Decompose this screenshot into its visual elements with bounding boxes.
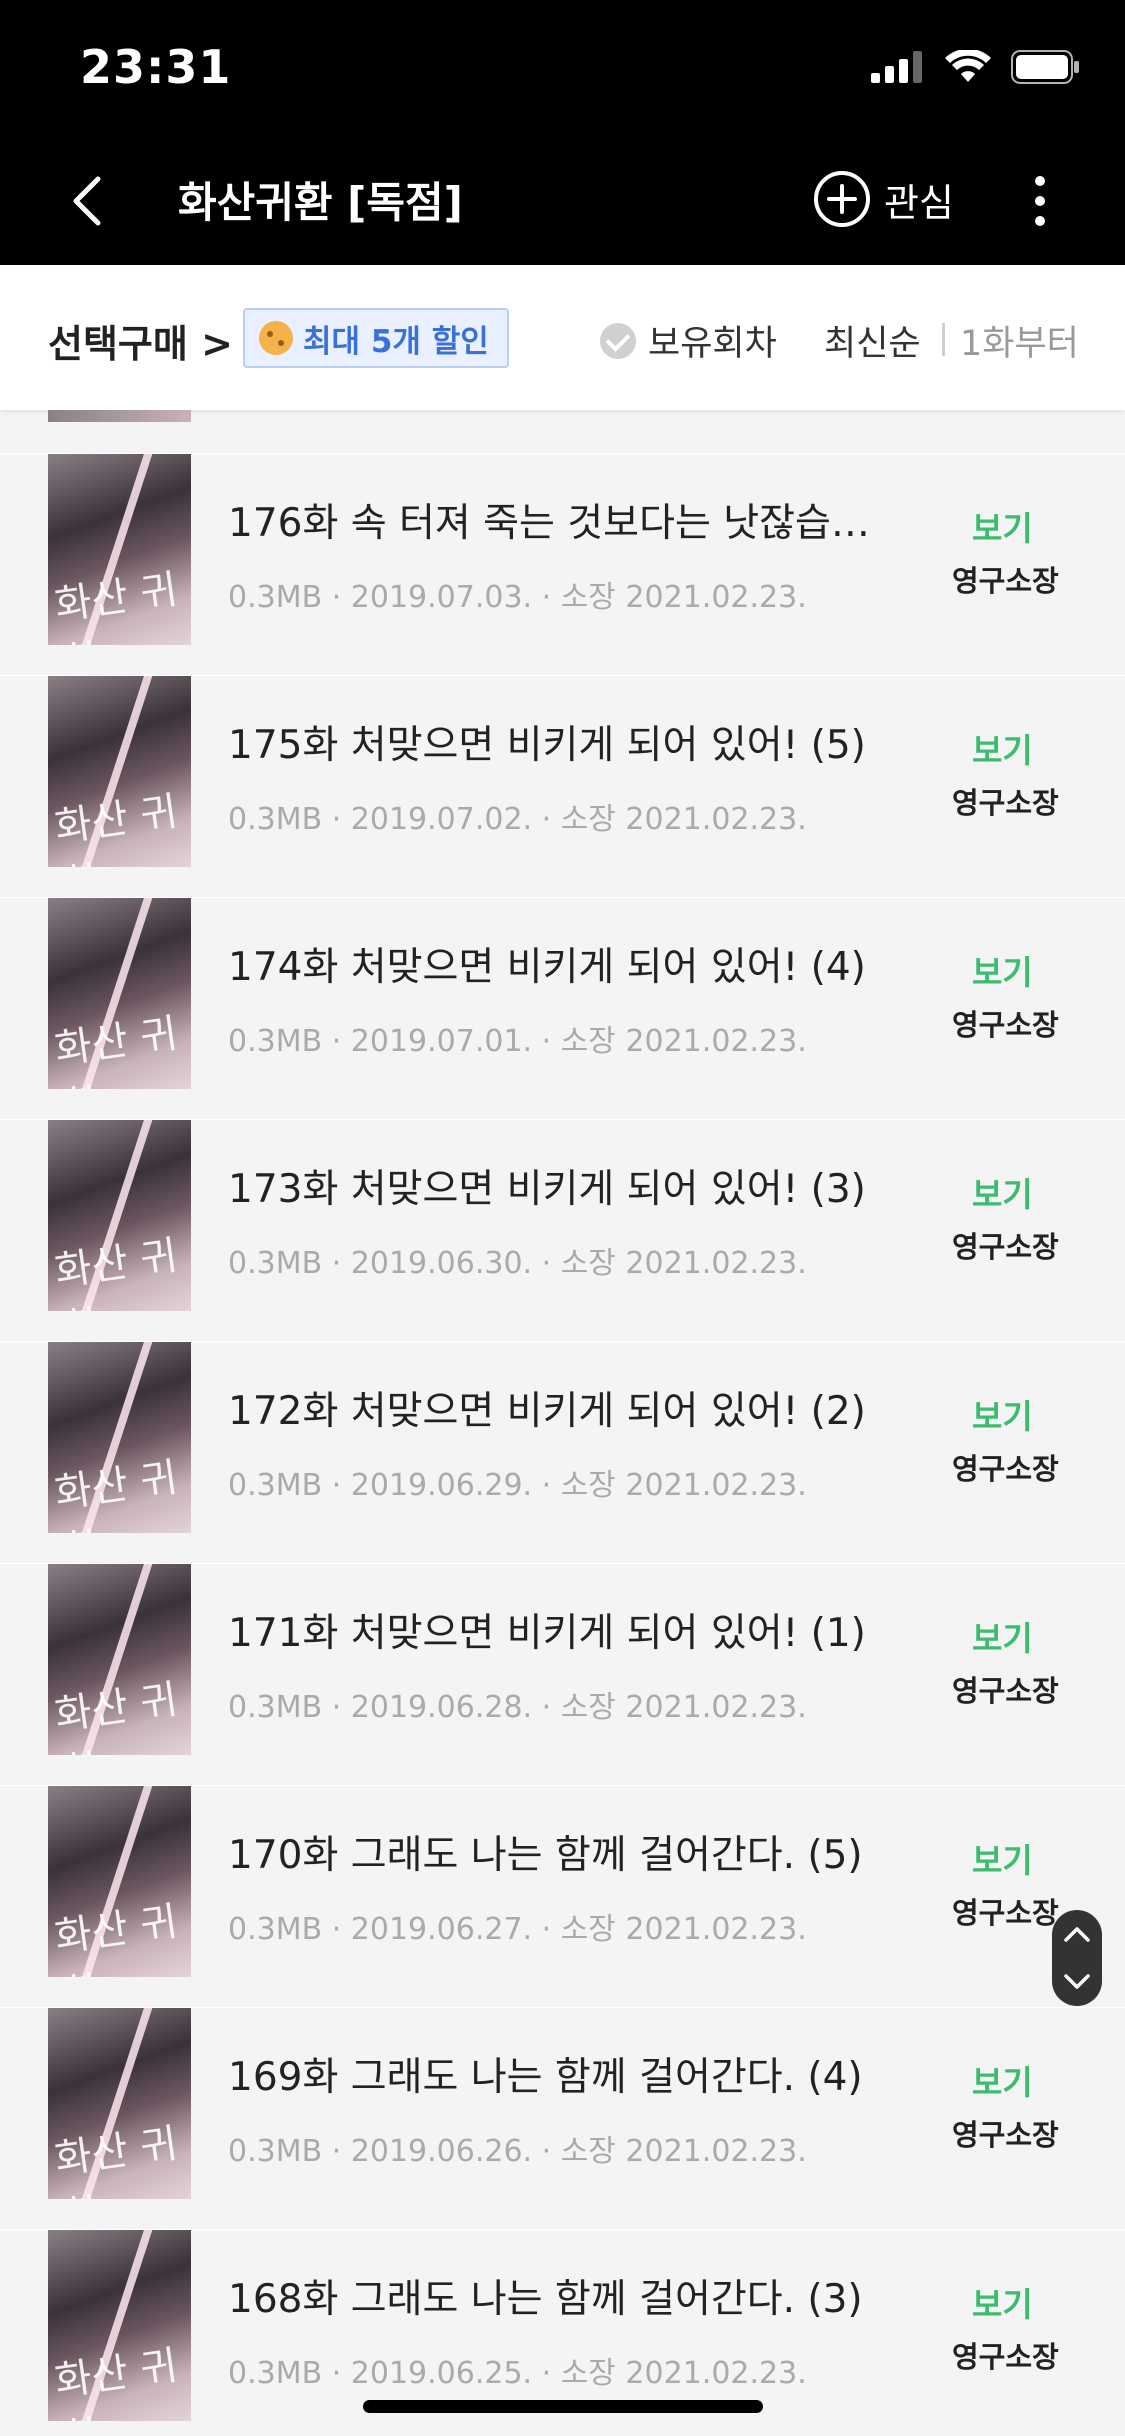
owned-label: 보유회차 — [648, 324, 777, 364]
select-buy-button[interactable]: 선택구매 > — [48, 313, 233, 368]
favorite-button[interactable]: 관심 — [812, 169, 954, 229]
thumbnail-text: 화산 귀환 — [51, 2120, 181, 2199]
view-button[interactable]: 보기 — [972, 1168, 1033, 1216]
episode-thumbnail: 화산 귀환 — [48, 676, 191, 867]
episode-row[interactable]: 화산 귀환 171화 처맞으면 비키게 되어 있어! (1) 0.3MB · 2… — [0, 1563, 1125, 1755]
thumbnail-text: 화산 귀환 — [51, 1676, 181, 1755]
episode-meta: 0.3MB · 2019.06.26. · 소장 2021.02.23. — [228, 2134, 807, 2169]
ownership-label: 영구소장 — [952, 564, 1059, 598]
check-circle-icon — [600, 322, 636, 359]
wifi-icon — [945, 50, 991, 82]
discount-badge[interactable]: 최대 5개 할인 — [243, 308, 509, 368]
episode-thumbnail: 화산 귀환 — [48, 454, 191, 645]
episode-row[interactable]: 화산 귀환 175화 처맞으면 비키게 되어 있어! (5) 0.3MB · 2… — [0, 675, 1125, 867]
ownership-label: 영구소장 — [952, 1674, 1059, 1708]
episode-title: 168화 그래도 나는 함께 걸어간다. (3) — [228, 2277, 863, 2322]
scroll-control[interactable] — [1052, 1910, 1102, 2006]
episode-meta: 0.3MB · 2019.06.30. · 소장 2021.02.23. — [228, 1246, 807, 1281]
thumbnail-text: 화산 귀환 — [51, 1010, 181, 1089]
episode-thumbnail: 화산 귀환 — [48, 1564, 191, 1755]
ownership-label: 영구소장 — [952, 1008, 1059, 1042]
view-button[interactable]: 보기 — [972, 724, 1033, 772]
episode-meta: 0.3MB · 2019.06.25. · 소장 2021.02.23. — [228, 2356, 807, 2391]
cookie-icon — [259, 321, 293, 355]
episode-meta: 0.3MB · 2019.06.29. · 소장 2021.02.23. — [228, 1468, 807, 1503]
view-button[interactable]: 보기 — [972, 946, 1033, 994]
episode-title: 172화 처맞으면 비키게 되어 있어! (2) — [228, 1389, 866, 1434]
favorite-label: 관심 — [884, 180, 954, 225]
ownership-label: 영구소장 — [952, 1230, 1059, 1264]
discount-label: 최대 5개 할인 — [303, 323, 489, 360]
filter-bar: 선택구매 > 최대 5개 할인 보유회차 최신순 | 1화부터 — [0, 265, 1125, 410]
episode-thumbnail: 화산 귀환 — [48, 2008, 191, 2199]
partial-thumbnail — [48, 410, 191, 422]
episode-thumbnail: 화산 귀환 — [48, 2230, 191, 2421]
ownership-label: 영구소장 — [952, 2118, 1059, 2152]
view-button[interactable]: 보기 — [972, 1834, 1033, 1882]
home-indicator[interactable] — [363, 2400, 763, 2413]
plus-circle-icon — [814, 171, 870, 227]
back-icon[interactable] — [60, 171, 120, 231]
episode-row[interactable]: 화산 귀환 174화 처맞으면 비키게 되어 있어! (4) 0.3MB · 2… — [0, 897, 1125, 1089]
view-button[interactable]: 보기 — [972, 1390, 1033, 1438]
thumbnail-text: 화산 귀환 — [51, 1232, 181, 1311]
ownership-label: 영구소장 — [952, 786, 1059, 820]
signal-icon — [871, 51, 922, 83]
sort-from-first-button[interactable]: 1화부터 — [960, 315, 1079, 366]
episode-thumbnail: 화산 귀환 — [48, 898, 191, 1089]
episode-row[interactable]: 화산 귀환 172화 처맞으면 비키게 되어 있어! (2) 0.3MB · 2… — [0, 1341, 1125, 1533]
ownership-label: 영구소장 — [952, 1452, 1059, 1486]
sort-separator: | — [938, 317, 950, 356]
episode-meta: 0.3MB · 2019.06.28. · 소장 2021.02.23. — [228, 1690, 807, 1725]
sort-newest-button[interactable]: 최신순 — [824, 315, 921, 366]
chevron-down-icon[interactable] — [1052, 1958, 1102, 2006]
ownership-label: 영구소장 — [952, 2340, 1059, 2374]
episode-title: 169화 그래도 나는 함께 걸어간다. (4) — [228, 2055, 863, 2100]
more-icon[interactable] — [1020, 171, 1060, 231]
chevron-up-icon[interactable] — [1052, 1910, 1102, 1958]
episode-row[interactable]: 화산 귀환 170화 그래도 나는 함께 걸어간다. (5) 0.3MB · 2… — [0, 1785, 1125, 1977]
episode-title: 173화 처맞으면 비키게 되어 있어! (3) — [228, 1167, 866, 1212]
status-time: 23:31 — [80, 40, 232, 94]
episode-row[interactable]: 화산 귀환 176화 속 터져 죽는 것보다는 낫잖습… 0.3MB · 201… — [0, 453, 1125, 645]
episode-title: 176화 속 터져 죽는 것보다는 낫잖습… — [228, 501, 870, 546]
episode-thumbnail: 화산 귀환 — [48, 1786, 191, 1977]
episode-meta: 0.3MB · 2019.07.01. · 소장 2021.02.23. — [228, 1024, 807, 1059]
view-button[interactable]: 보기 — [972, 2278, 1033, 2326]
owned-episodes-toggle[interactable]: 보유회차 — [600, 315, 777, 366]
view-button[interactable]: 보기 — [972, 2056, 1033, 2104]
episode-row[interactable]: 화산 귀환 173화 처맞으면 비키게 되어 있어! (3) 0.3MB · 2… — [0, 1119, 1125, 1311]
episode-row[interactable]: 화산 귀환 168화 그래도 나는 함께 걸어간다. (3) 0.3MB · 2… — [0, 2229, 1125, 2421]
thumbnail-text: 화산 귀환 — [51, 566, 181, 645]
episode-meta: 0.3MB · 2019.07.03. · 소장 2021.02.23. — [228, 580, 807, 615]
thumbnail-text: 화산 귀환 — [51, 2342, 181, 2421]
episode-thumbnail: 화산 귀환 — [48, 1342, 191, 1533]
episode-thumbnail: 화산 귀환 — [48, 1120, 191, 1311]
ownership-label: 영구소장 — [952, 1896, 1059, 1930]
status-bar: 23:31 — [0, 0, 1125, 135]
view-button[interactable]: 보기 — [972, 502, 1033, 550]
episode-row[interactable]: 화산 귀환 169화 그래도 나는 함께 걸어간다. (4) 0.3MB · 2… — [0, 2007, 1125, 2199]
top-navbar: 화산귀환 [독점] 관심 — [0, 135, 1125, 265]
page-title: 화산귀환 [독점] — [178, 178, 463, 227]
view-button[interactable]: 보기 — [972, 1612, 1033, 1660]
thumbnail-text: 화산 귀환 — [51, 1898, 181, 1977]
thumbnail-text: 화산 귀환 — [51, 1454, 181, 1533]
episode-title: 174화 처맞으면 비키게 되어 있어! (4) — [228, 945, 866, 990]
episode-meta: 0.3MB · 2019.07.02. · 소장 2021.02.23. — [228, 802, 807, 837]
episode-title: 175화 처맞으면 비키게 되어 있어! (5) — [228, 723, 866, 768]
episode-title: 171화 처맞으면 비키게 되어 있어! (1) — [228, 1611, 866, 1656]
status-icons — [871, 50, 1081, 84]
episode-meta: 0.3MB · 2019.06.27. · 소장 2021.02.23. — [228, 1912, 807, 1947]
episode-title: 170화 그래도 나는 함께 걸어간다. (5) — [228, 1833, 863, 1878]
battery-icon — [1011, 50, 1079, 84]
thumbnail-text: 화산 귀환 — [51, 788, 181, 867]
